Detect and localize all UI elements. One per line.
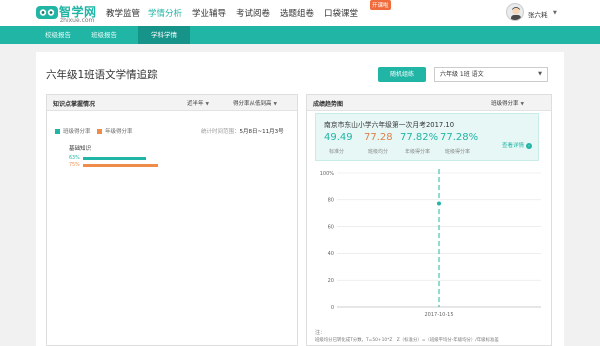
range-label: 统计时间范围：: [201, 129, 240, 135]
random-practice-button[interactable]: 随机组练: [378, 67, 426, 82]
y-tick-label: 100%: [320, 171, 335, 177]
chevron-down-icon: ▼: [553, 10, 557, 16]
sort-select[interactable]: 得分率从低到高 ▼: [233, 99, 277, 107]
user-menu[interactable]: 张六耗 ▼: [506, 3, 576, 23]
legend-label: 年级得分率: [105, 129, 133, 135]
logo-owl-icon: [36, 6, 58, 19]
arrow-right-icon: ›: [526, 143, 533, 149]
metric-select[interactable]: 班级得分率 ▼: [491, 99, 524, 107]
main-content: 六年级1班语文学情追踪 随机组练 六年级 1班 语文 ▼ 知识点掌握情况 近半年…: [36, 52, 564, 346]
user-avatar-icon: [506, 3, 524, 21]
tab-class-report[interactable]: 班级报告: [80, 26, 128, 44]
page-title: 六年级1班语文学情追踪: [46, 69, 158, 81]
legend-swatch: [97, 128, 102, 134]
trend-chart-svg: 0 20 40 60 80 100% 2017-10-15: [320, 169, 541, 318]
class-average-label: 班级均分: [368, 149, 389, 155]
legend-label: 班级得分率: [63, 129, 91, 135]
exam-summary-card: 南京市东山小学六年级第一次月考2017.10 49.49 标准分 77.28 班…: [315, 113, 539, 161]
sub-nav: 校级报告 班级报告 学科学情: [0, 26, 600, 44]
class-subject-select[interactable]: 六年级 1班 语文 ▼: [434, 67, 548, 82]
tab-subject-learning[interactable]: 学科学情: [138, 26, 190, 44]
panel-header: 知识点掌握情况 近半年 ▼ 得分率从低到高 ▼: [47, 95, 297, 111]
range-value: 5月8日~11月3号: [239, 129, 284, 135]
nav-item-exam-marking[interactable]: 考试阅卷: [236, 7, 270, 19]
user-name: 张六耗: [528, 11, 548, 19]
chevron-down-icon: ▼: [205, 102, 209, 107]
chart-note-text: 班级均分已转化成T分数，T=50+10*Z Z（标准分）=（班级平均分-年级均分…: [315, 338, 499, 343]
nav-item-teaching-supervision[interactable]: 教学监管: [106, 7, 140, 19]
chevron-down-icon: ▼: [273, 102, 277, 107]
chart-note-title: 注：: [315, 330, 326, 336]
panel-title: 成绩趋势图: [313, 101, 344, 108]
stat-time-range: 统计时间范围：5月8日~11月3号: [201, 127, 284, 135]
y-tick-label: 0: [331, 305, 334, 311]
legend-class-rate: 班级得分率: [55, 127, 91, 135]
chevron-down-icon: ▼: [520, 102, 524, 107]
legend-grade-rate: 年级得分率: [97, 127, 133, 135]
data-point: [436, 200, 442, 207]
class-rate-label: 班级得分率: [445, 149, 471, 155]
new-course-badge: 开课啦: [370, 0, 391, 10]
class-rate-label: 63%: [69, 156, 80, 161]
view-details-label: 查看详情: [502, 143, 525, 149]
period-select-value: 近半年: [187, 101, 204, 107]
period-select[interactable]: 近半年 ▼: [187, 99, 209, 107]
score-trend-panel: 成绩趋势图 班级得分率 ▼ 南京市东山小学六年级第一次月考2017.10 49.4…: [306, 94, 552, 346]
panel-title: 知识点掌握情况: [53, 101, 96, 108]
sort-select-value: 得分率从低到高: [233, 101, 272, 107]
top-header: 智学网 zhixue.com 教学监管 学情分析 学业辅导 考试阅卷 选题组卷 …: [0, 0, 600, 26]
nav-item-pocket-class[interactable]: 口袋课堂: [324, 7, 358, 19]
brand-logo[interactable]: 智学网 zhixue.com: [36, 4, 98, 24]
y-tick-label: 80: [328, 198, 334, 204]
standard-score-value: 49.49: [324, 132, 353, 143]
view-details-link[interactable]: 查看详情 ›: [502, 141, 533, 149]
knowledge-mastery-panel: 知识点掌握情况 近半年 ▼ 得分率从低到高 ▼ 班级得分率 年级得分率 统计时间范围…: [46, 94, 298, 346]
legend-swatch: [55, 128, 60, 134]
standard-score-label: 标准分: [329, 149, 345, 155]
chevron-down-icon: ▼: [538, 71, 542, 77]
grade-rate-value: 77.82%: [400, 132, 439, 143]
class-rate-value: 77.28%: [440, 132, 479, 143]
tab-school-report[interactable]: 校级报告: [36, 26, 80, 44]
x-tick-label: 2017-10-15: [424, 312, 453, 318]
class-subject-select-value: 六年级 1班 语文: [440, 71, 484, 78]
nav-item-paper-building[interactable]: 选题组卷: [280, 7, 314, 19]
grade-rate-label: 75%: [69, 163, 80, 168]
nav-item-learning-analysis[interactable]: 学情分析: [148, 7, 182, 19]
class-average-value: 77.28: [364, 132, 393, 143]
trend-chart: 0 20 40 60 80 100% 2017-10-15: [315, 167, 547, 329]
nav-item-tutoring[interactable]: 学业辅导: [192, 7, 226, 19]
brand-domain: zhixue.com: [60, 17, 95, 24]
panel-header: 成绩趋势图 班级得分率 ▼: [307, 95, 551, 111]
metric-select-value: 班级得分率: [491, 101, 519, 107]
grade-rate-bar: [83, 164, 158, 167]
class-rate-bar: [83, 157, 146, 160]
y-tick-label: 20: [328, 278, 334, 284]
exam-name: 南京市东山小学六年级第一次月考2017.10: [324, 121, 455, 129]
knowledge-point-name: 基础知识: [69, 146, 92, 152]
y-tick-label: 60: [328, 224, 334, 230]
y-tick-label: 40: [328, 251, 334, 257]
grade-rate-label: 年级得分率: [405, 149, 431, 155]
